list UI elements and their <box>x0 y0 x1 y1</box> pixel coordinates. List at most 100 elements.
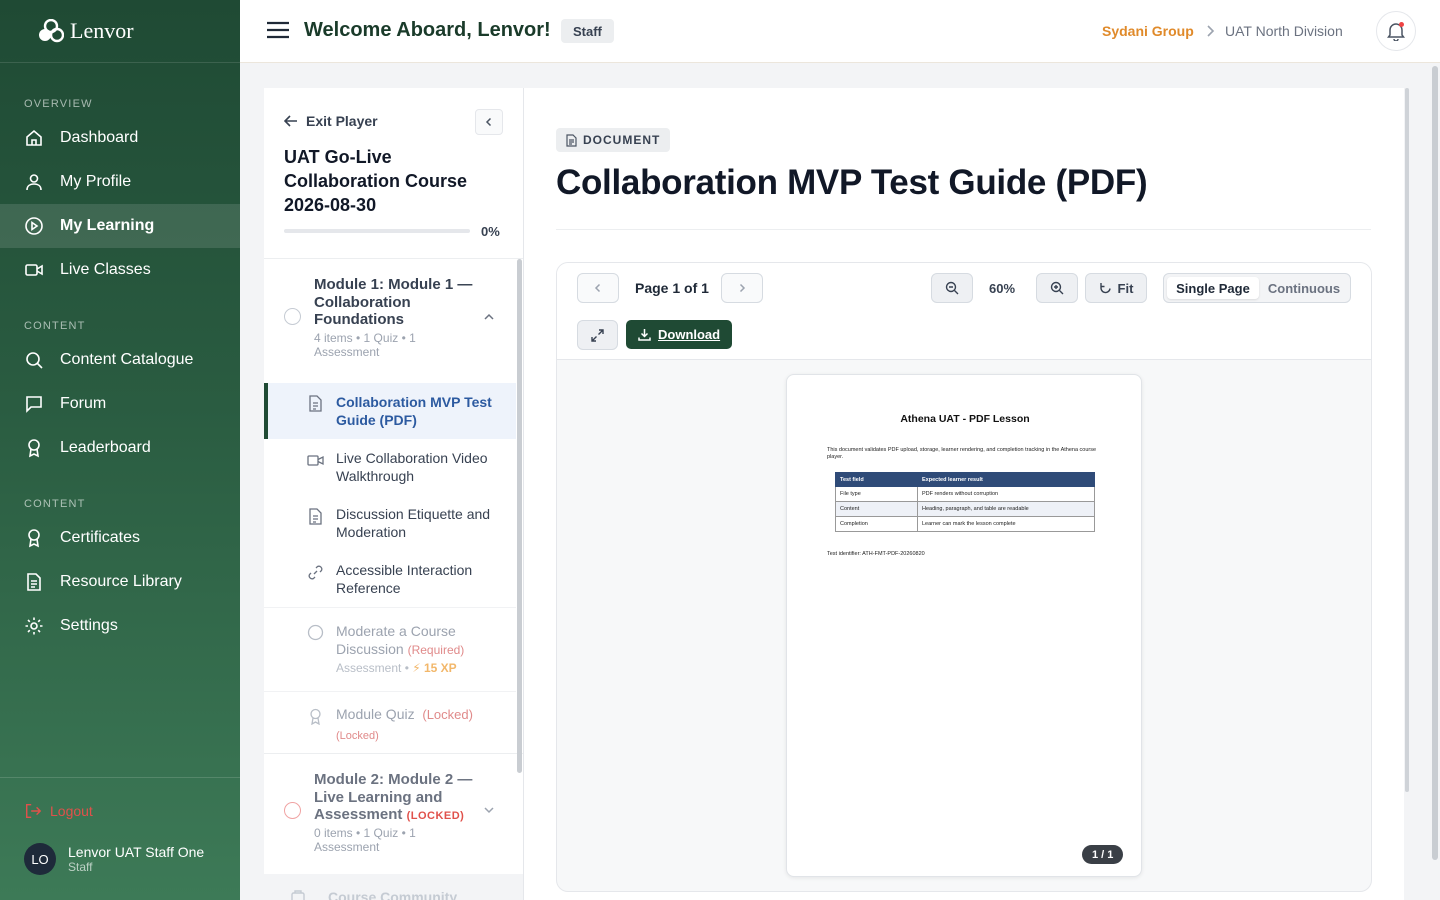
circle-icon <box>307 624 324 641</box>
top-header: Welcome Aboard, Lenvor! Staff Sydani Gro… <box>240 0 1440 63</box>
zoom-out-button[interactable] <box>931 273 973 303</box>
section-label-content: CONTENT <box>24 320 86 332</box>
page-counter-badge: 1 / 1 <box>1082 845 1124 864</box>
award-icon <box>28 439 40 458</box>
locked-tag: (LOCKED) <box>406 810 465 822</box>
lesson-item[interactable]: Discussion Etiquette and Moderation <box>264 495 516 551</box>
nav-live-classes[interactable]: Live Classes <box>0 248 240 292</box>
next-page-button[interactable] <box>721 273 763 303</box>
content-scrollbar[interactable] <box>1405 88 1409 792</box>
user-card[interactable]: LO Lenvor UAT Staff One Staff <box>24 843 204 875</box>
lesson-item[interactable]: Accessible Interaction Reference <box>264 551 516 607</box>
document-icon <box>309 395 322 412</box>
notifications-button[interactable] <box>1376 11 1416 51</box>
section-label-overview: OVERVIEW <box>24 98 93 110</box>
chevron-up-icon[interactable] <box>483 311 495 323</box>
pdf-td: PDF renders without corruption <box>917 486 1095 502</box>
pdf-td: Content <box>835 501 918 517</box>
exit-player-button[interactable]: Exit Player <box>284 113 378 129</box>
zoom-in-icon <box>1050 281 1064 295</box>
award-icon <box>310 708 321 725</box>
module-1-header[interactable]: Module 1: Module 1 — Collaboration Found… <box>264 259 516 383</box>
pdf-table-header: Test field Expected learner result <box>835 472 1095 487</box>
pdf-paragraph: This document validates PDF upload, stor… <box>827 447 1097 460</box>
video-icon <box>25 264 43 276</box>
assessment-item[interactable]: Moderate a Course Discussion (Required) … <box>264 607 516 691</box>
pdf-td: Learner can mark the lesson complete <box>917 516 1095 532</box>
zoom-level: 60% <box>989 281 1016 296</box>
course-title: UAT Go-Live Collaboration Course 2026-08… <box>284 147 468 215</box>
single-page-option[interactable]: Single Page <box>1167 277 1259 299</box>
chevron-left-icon <box>485 117 492 127</box>
course-progress-percent: 0% <box>481 224 500 239</box>
chevron-down-icon[interactable] <box>483 804 495 816</box>
lesson-title: Live Collaboration Video Walkthrough <box>336 450 488 484</box>
brand-name: Lenvor <box>70 18 134 43</box>
gear-icon <box>25 617 43 635</box>
notification-dot <box>1399 22 1404 27</box>
pdf-footer: Test identifier: ATH-FMT-PDF-20260820 <box>827 551 925 557</box>
nav-leaderboard[interactable]: Leaderboard <box>0 426 240 470</box>
search-icon <box>26 352 43 369</box>
zoom-in-button[interactable] <box>1036 273 1078 303</box>
prev-page-button[interactable] <box>577 273 619 303</box>
lesson-item-active[interactable]: Collaboration MVP Test Guide (PDF) <box>264 383 516 439</box>
nav-forum[interactable]: Forum <box>0 382 240 426</box>
content-type-badge: DOCUMENT <box>556 128 671 152</box>
nav-label: Settings <box>60 617 118 634</box>
menu-icon[interactable] <box>266 20 290 40</box>
nav-label: Live Classes <box>60 261 151 278</box>
nav-my-learning[interactable]: My Learning <box>0 204 240 248</box>
collapse-panel-button[interactable] <box>475 109 503 135</box>
document-icon <box>309 508 322 525</box>
module-status-circle <box>284 308 301 325</box>
pdf-table-row: File type PDF renders without corruption <box>835 486 1095 502</box>
link-icon <box>308 565 323 580</box>
zoom-out-icon <box>945 281 959 295</box>
quiz-item[interactable]: Module Quiz (Locked) (Locked) <box>264 691 516 753</box>
community-icon <box>291 890 305 900</box>
play-circle-icon <box>25 217 43 235</box>
nav-resource-library[interactable]: Resource Library <box>0 560 240 604</box>
view-mode-toggle: Single Page Continuous <box>1163 273 1351 303</box>
document-icon <box>566 133 577 147</box>
pdf-th: Test field <box>835 472 918 487</box>
pdf-page: Athena UAT - PDF Lesson This document va… <box>786 374 1142 877</box>
lesson-item[interactable]: Live Collaboration Video Walkthrough <box>264 439 516 495</box>
home-icon <box>26 129 42 146</box>
role-badge: Staff <box>561 19 614 43</box>
fit-button[interactable]: Fit <box>1085 273 1147 303</box>
course-progress-bar <box>284 229 470 233</box>
nav-dashboard[interactable]: Dashboard <box>0 116 240 160</box>
heading-divider <box>556 229 1371 230</box>
xp-badge: ⚡ 15 XP <box>412 661 457 675</box>
logout-label: Logout <box>50 803 93 819</box>
required-tag: (Required) <box>407 643 465 657</box>
download-button[interactable]: Download <box>626 320 733 349</box>
breadcrumb-org[interactable]: Sydani Group <box>1102 23 1194 39</box>
nav-certificates[interactable]: Certificates <box>0 516 240 560</box>
panel-scrollbar[interactable] <box>517 259 522 773</box>
logout-icon <box>25 803 42 819</box>
nav-settings[interactable]: Settings <box>0 604 240 648</box>
locked-tag: (Locked) <box>422 707 473 722</box>
pdf-table-row: Completion Learner can mark the lesson c… <box>835 516 1095 532</box>
page-scrollbar[interactable] <box>1432 66 1438 860</box>
nav-my-profile[interactable]: My Profile <box>0 160 240 204</box>
course-community-label: Course Community <box>328 889 458 900</box>
chat-icon <box>26 396 42 413</box>
brand-logo[interactable]: Lenvor <box>0 0 240 63</box>
module-2-header[interactable]: Module 2: Module 2 — Live Learning and A… <box>264 754 516 872</box>
continuous-option[interactable]: Continuous <box>1260 277 1348 299</box>
avatar: LO <box>24 843 56 875</box>
nav-content-catalogue[interactable]: Content Catalogue <box>0 338 240 382</box>
module-title: Module 1: Module 1 — Collaboration Found… <box>314 276 473 328</box>
course-outline-panel: Exit Player UAT Go-Live Collaboration Co… <box>264 88 524 900</box>
viewer-toolbar: Page 1 of 1 60% Fit Single Page Continuo… <box>557 263 1371 360</box>
award-icon <box>28 529 40 548</box>
fullscreen-button[interactable] <box>577 320 618 350</box>
logo-icon <box>39 19 64 43</box>
nav-label: My Profile <box>60 173 132 190</box>
breadcrumb-division[interactable]: UAT North Division <box>1225 23 1343 39</box>
logout-button[interactable]: Logout <box>24 802 93 820</box>
